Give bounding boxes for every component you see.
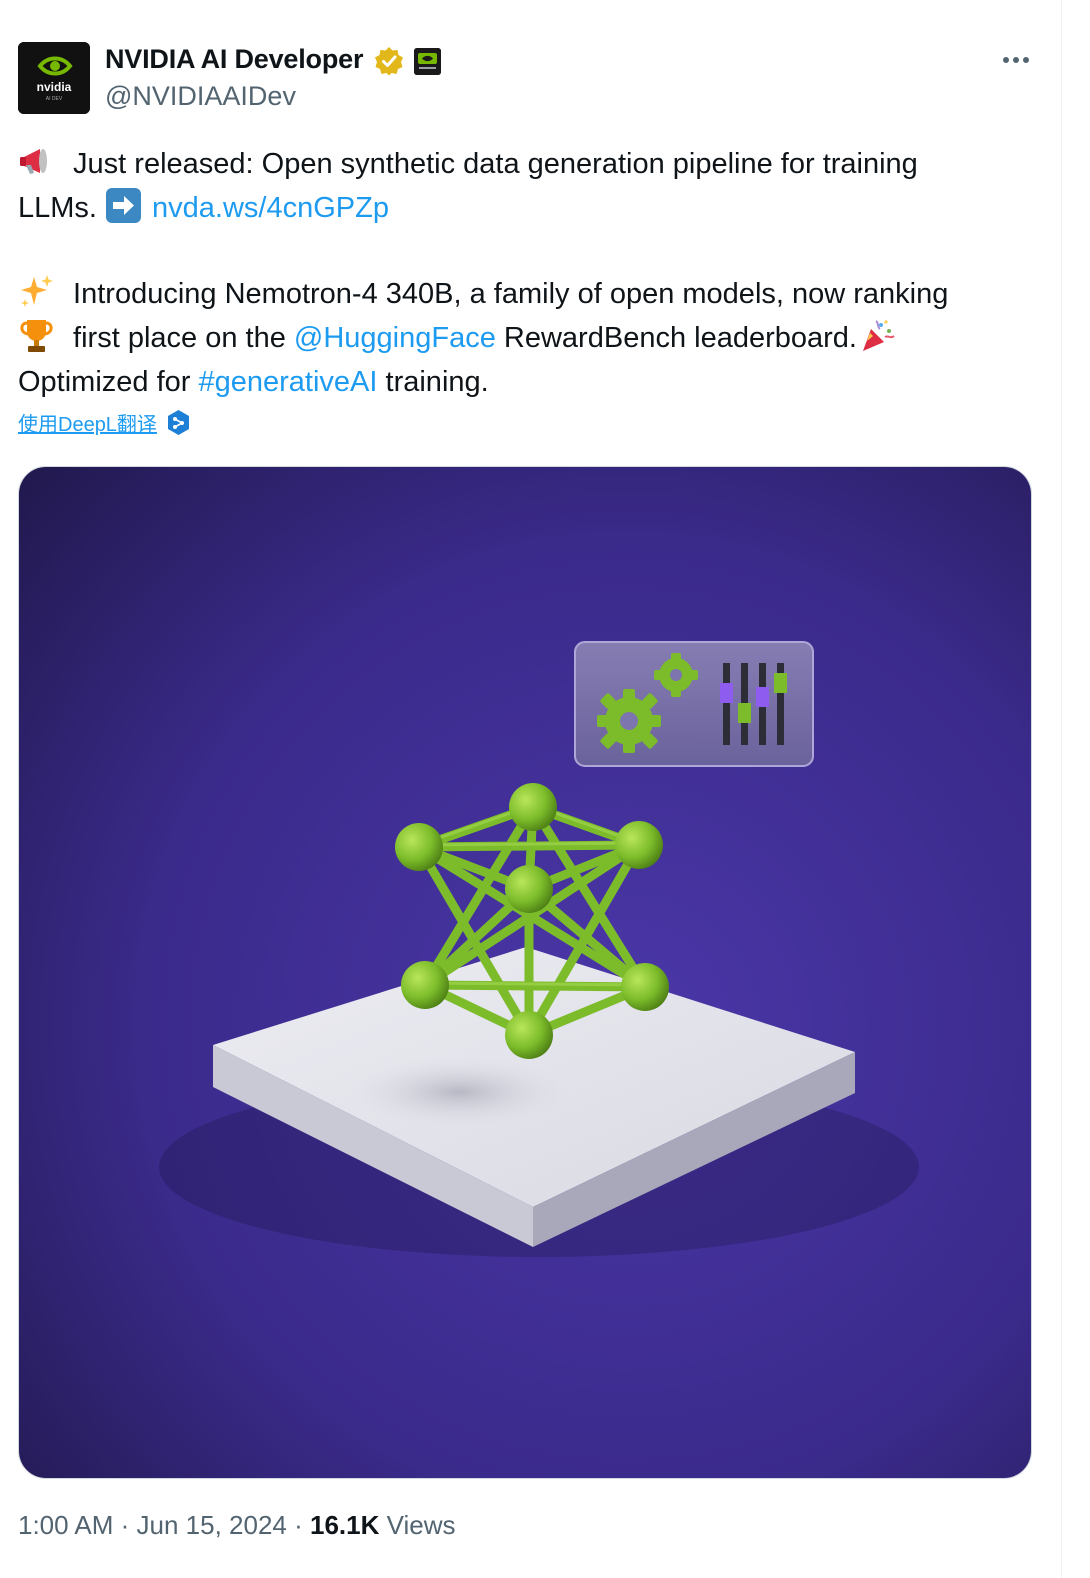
tweet-line-2-prefix: LLMs. xyxy=(18,192,106,224)
author-handle[interactable]: @NVIDIAAIDev xyxy=(105,81,296,112)
meta-separator: · xyxy=(113,1510,137,1540)
tweet-line-4: first place on the @HuggingFace RewardBe… xyxy=(18,316,1048,360)
tweet-line-5-prefix: Optimized for xyxy=(18,366,199,398)
nvidia-logo-icon: nvidia AI DEV xyxy=(18,42,90,114)
verified-badge-icon[interactable] xyxy=(374,46,404,76)
tweet-line-3-text: Introducing Nemotron-4 340B, a family of… xyxy=(65,278,949,310)
tweet-date[interactable]: Jun 15, 2024 xyxy=(137,1510,287,1540)
mention-link[interactable]: @HuggingFace xyxy=(294,322,496,354)
hashtag-link[interactable]: #generativeAI xyxy=(199,366,378,398)
tweet-link[interactable]: nvda.ws/4cnGPZp xyxy=(152,192,389,224)
tweet-line-4-suffix: RewardBench leaderboard. xyxy=(495,322,857,354)
tweet-line-4-prefix: first place on the xyxy=(65,322,294,354)
tweet-line-3: Introducing Nemotron-4 340B, a family of… xyxy=(18,272,1048,316)
tweet-line-1: Just released: Open synthetic data gener… xyxy=(18,142,1048,186)
translate-link[interactable]: 使用DeepL翻译 xyxy=(18,408,157,437)
tweet-line-2: LLMs. nvda.ws/4cnGPZp xyxy=(18,186,1048,230)
meta-separator: · xyxy=(286,1510,310,1540)
tweet-time[interactable]: 1:00 AM xyxy=(18,1510,113,1540)
trophy-icon xyxy=(18,317,55,354)
party-popper-icon xyxy=(859,317,896,354)
tweet-line-1-text: Just released: Open synthetic data gener… xyxy=(65,148,918,180)
views-label: Views xyxy=(379,1510,456,1540)
tweet-metadata: 1:00 AM · Jun 15, 2024 · 16.1K Views xyxy=(18,1510,455,1541)
tweet-text: Just released: Open synthetic data gener… xyxy=(18,142,1048,404)
avatar-wordmark: nvidia xyxy=(37,80,72,94)
deepl-icon[interactable] xyxy=(166,409,191,436)
megaphone-icon xyxy=(18,143,55,180)
views-count: 16.1K xyxy=(309,1510,380,1540)
avatar-subtext: AI DEV xyxy=(46,96,63,102)
affiliate-badge-icon[interactable] xyxy=(414,48,441,75)
tweet-line-5-suffix: training. xyxy=(377,366,489,398)
avatar[interactable]: nvidia AI DEV xyxy=(18,42,90,114)
sparkles-icon xyxy=(18,273,55,310)
more-options-icon[interactable] xyxy=(996,46,1036,74)
tweet-line-5: Optimized for #generativeAI training. xyxy=(18,360,1048,404)
tweet-media-image[interactable] xyxy=(18,466,1032,1479)
display-name[interactable]: NVIDIA AI Developer xyxy=(105,44,363,75)
tweet-card: nvidia AI DEV NVIDIA AI Developer @NVIDI… xyxy=(0,0,1062,1578)
right-arrow-icon xyxy=(105,187,142,224)
image-illustration xyxy=(19,467,1031,1478)
